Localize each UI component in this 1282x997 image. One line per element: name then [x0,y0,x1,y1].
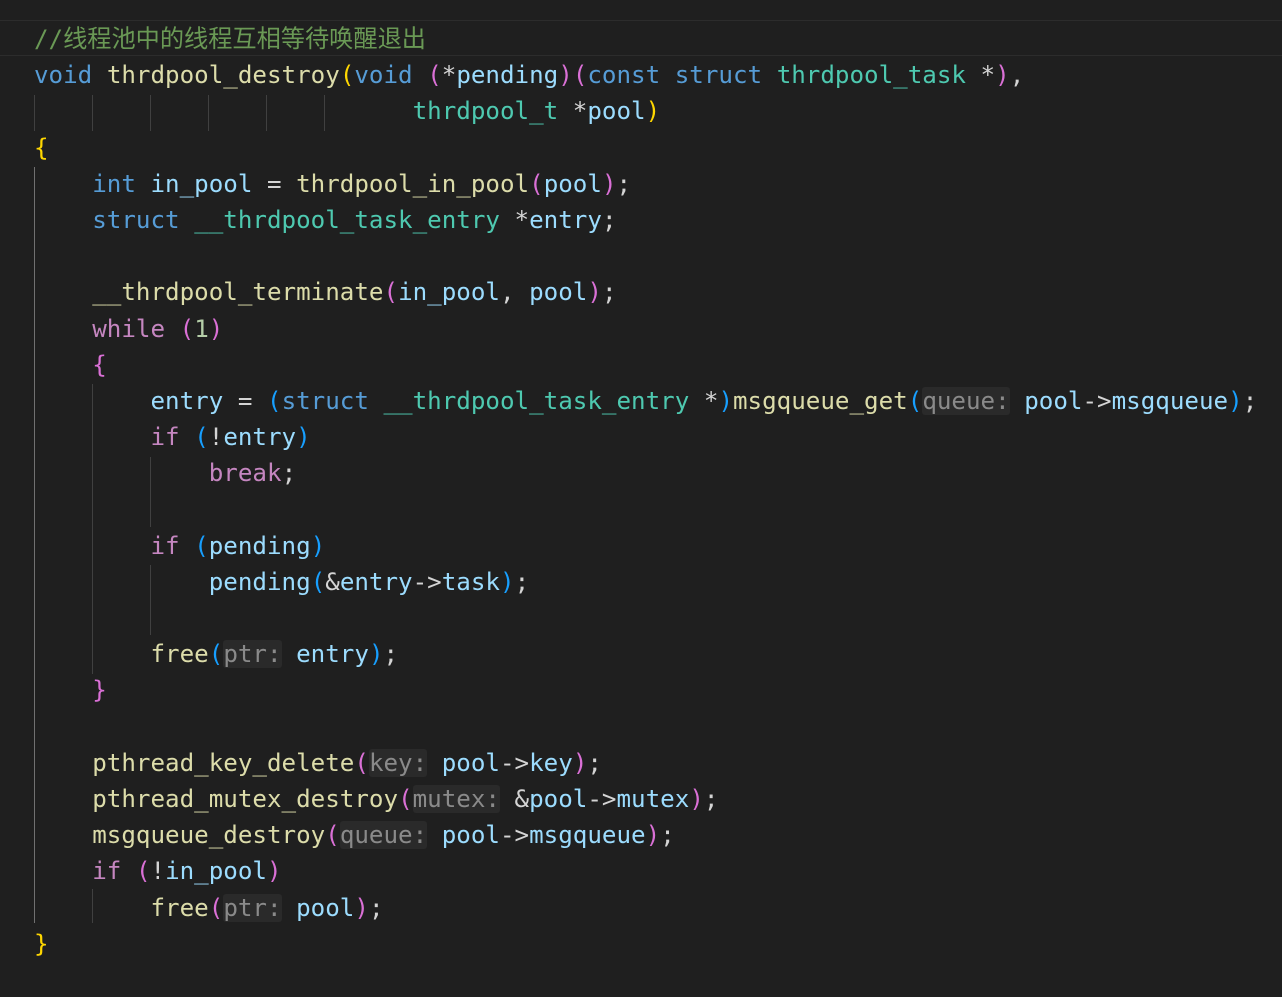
identifier: pool [441,821,500,850]
code-line: } [92,676,107,705]
identifier: key [529,748,573,777]
code-line: thrdpool_t *pool) [412,97,661,126]
keyword: struct [92,205,180,234]
code-line: free(ptr: pool); [150,893,384,922]
identifier: msgqueue [1111,386,1229,415]
code-line: entry = (struct __thrdpool_task_entry *)… [150,386,1258,415]
code-line: if (!in_pool) [92,857,282,886]
keyword: if [92,857,122,886]
parameter-hint: key: [368,748,428,777]
code-line: //线程池中的线程互相等待唤醒退出 [34,21,1257,57]
type-name: __thrdpool_task_entry [194,205,500,234]
code-editor[interactable]: //线程池中的线程互相等待唤醒退出 void thrdpool_destroy(v… [0,0,1282,997]
keyword: struct [674,61,763,90]
function-name: __thrdpool_terminate [92,278,384,307]
identifier: pending [208,567,311,596]
number-literal: 1 [194,314,209,343]
parameter-hint: ptr: [223,893,282,922]
code-line: __thrdpool_terminate(in_pool, pool); [92,278,617,307]
function-name: thrdpool_in_pool [296,169,530,198]
parameter-hint: queue: [922,386,1010,415]
function-name: msgqueue_destroy [92,821,326,850]
code-line: if (pending) [150,531,326,560]
identifier: in_pool [398,278,500,307]
type-name: thrdpool_task [776,61,966,90]
identifier: pool [587,97,646,126]
keyword: const [587,61,661,90]
identifier: pending [456,61,559,90]
function-name: pthread_mutex_destroy [92,784,399,813]
code-line: int in_pool = thrdpool_in_pool(pool); [92,169,632,198]
identifier: entry [339,567,413,596]
identifier: pool [529,784,588,813]
function-name: msgqueue_get [733,386,908,415]
identifier: entry [296,640,369,669]
parameter-hint: queue: [339,821,428,850]
function-name: free [150,893,209,922]
keyword: break [208,459,282,488]
keyword: void [34,61,93,90]
keyword: struct [281,386,369,415]
parameter-hint: ptr: [223,640,282,669]
identifier: in_pool [165,857,267,886]
code-line: break; [208,459,297,488]
identifier: pending [208,531,311,560]
keyword: if [150,531,180,560]
code-line: pending(&entry->task); [208,567,530,596]
code-line: struct __thrdpool_task_entry *entry; [92,205,617,234]
code-line: free(ptr: entry); [150,640,399,669]
code-line: msgqueue_destroy(queue: pool->msgqueue); [92,821,675,850]
code-line: } [34,929,49,958]
type-name: __thrdpool_task_entry [383,386,690,415]
identifier: entry [529,205,602,234]
keyword: int [92,169,136,198]
code-line: { [92,350,107,379]
keyword: while [92,314,166,343]
identifier: pool [543,169,602,198]
code-line: if (!entry) [150,423,311,452]
code-line: { [34,133,49,162]
identifier: in_pool [150,169,253,198]
identifier: pool [529,278,588,307]
keyword: if [150,423,180,452]
code-line: pthread_mutex_destroy(mutex: &pool->mute… [92,784,719,813]
parameter-hint: mutex: [412,784,500,813]
function-name: free [150,640,209,669]
identifier: pool [296,893,355,922]
function-name: thrdpool_destroy [106,61,340,90]
function-name: pthread_key_delete [92,748,355,777]
identifier: pool [1024,386,1083,415]
keyword: void [354,61,413,90]
code-line: while (1) [92,314,224,343]
comment: //线程池中的线程互相等待唤醒退出 [34,25,426,53]
identifier: mutex [616,784,690,813]
code-text[interactable]: //线程池中的线程互相等待唤醒退出 void thrdpool_destroy(v… [34,21,1257,962]
identifier: entry [150,386,224,415]
identifier: pool [441,748,500,777]
identifier: entry [223,423,297,452]
identifier: msgqueue [529,821,646,850]
code-line: pthread_key_delete(key: pool->key); [92,748,602,777]
code-line: void thrdpool_destroy(void (*pending)(co… [34,61,1025,90]
type-name: thrdpool_t [412,97,559,126]
identifier: task [441,567,500,596]
